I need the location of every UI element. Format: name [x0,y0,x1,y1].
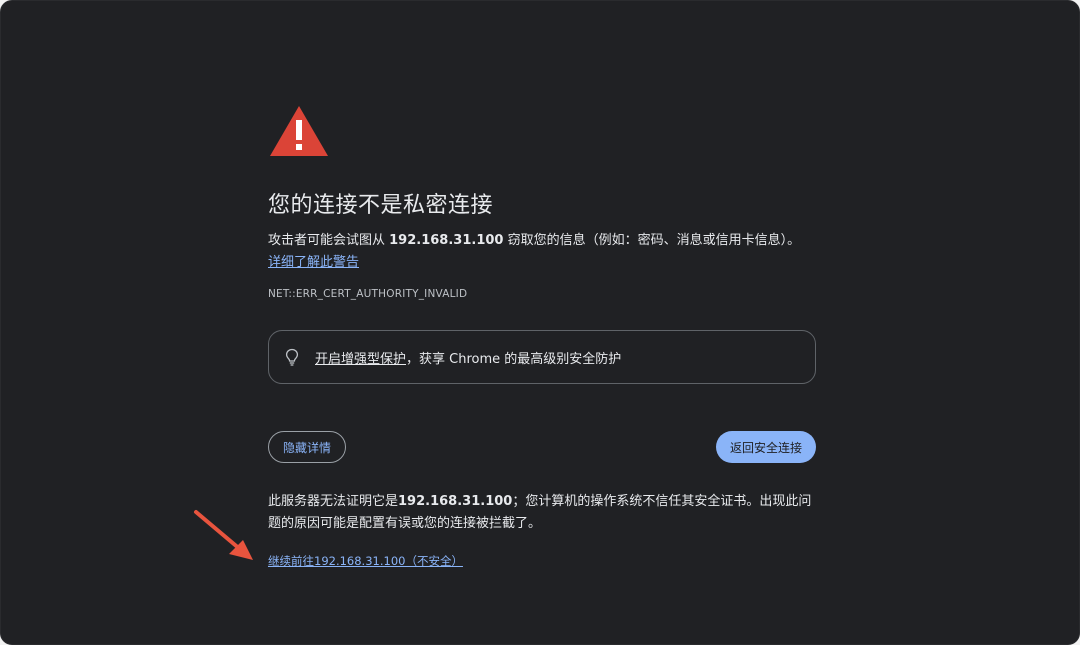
enable-enhanced-protection-link[interactable]: 开启增强型保护 [315,352,406,367]
protection-text: ，获享 Chrome 的最高级别安全防护 [406,351,622,367]
learn-more-link[interactable]: 详细了解此警告 [268,255,359,270]
desc-host: 192.168.31.100 [389,233,504,248]
red-arrow-icon [194,510,253,560]
proceed-unsafe-link[interactable]: 继续前往192.168.31.100（不安全） [268,553,463,569]
browser-window: 您的连接不是私密连接 攻击者可能会试图从 192.168.31.100 窃取您的… [0,0,1080,645]
details-host: 192.168.31.100 [398,494,513,509]
back-to-safety-button[interactable]: 返回安全连接 [715,431,816,463]
details-text: 此服务器无法证明它是192.168.31.100；您计算机的操作系统不信任其安全… [268,491,813,535]
warning-description: 攻击者可能会试图从 192.168.31.100 窃取您的信息（例如：密码、消息… [268,230,816,274]
enhanced-protection-banner: 开启增强型保护，获享 Chrome 的最高级别安全防护 [268,330,816,384]
button-row: 隐藏详情 返回安全连接 [268,431,816,463]
warning-triangle-icon [270,106,328,156]
details-prefix: 此服务器无法证明它是 [268,494,399,509]
desc-prefix: 攻击者可能会试图从 [268,233,390,248]
desc-suffix: 窃取您的信息（例如：密码、消息或信用卡信息）。 [503,233,801,248]
error-code: NET::ERR_CERT_AUTHORITY_INVALID [268,288,468,300]
hide-details-button[interactable]: 隐藏详情 [268,431,347,463]
interstitial-content: 您的连接不是私密连接 攻击者可能会试图从 192.168.31.100 窃取您的… [268,104,816,569]
lightbulb-icon [285,348,299,366]
page-title: 您的连接不是私密连接 [268,193,494,218]
